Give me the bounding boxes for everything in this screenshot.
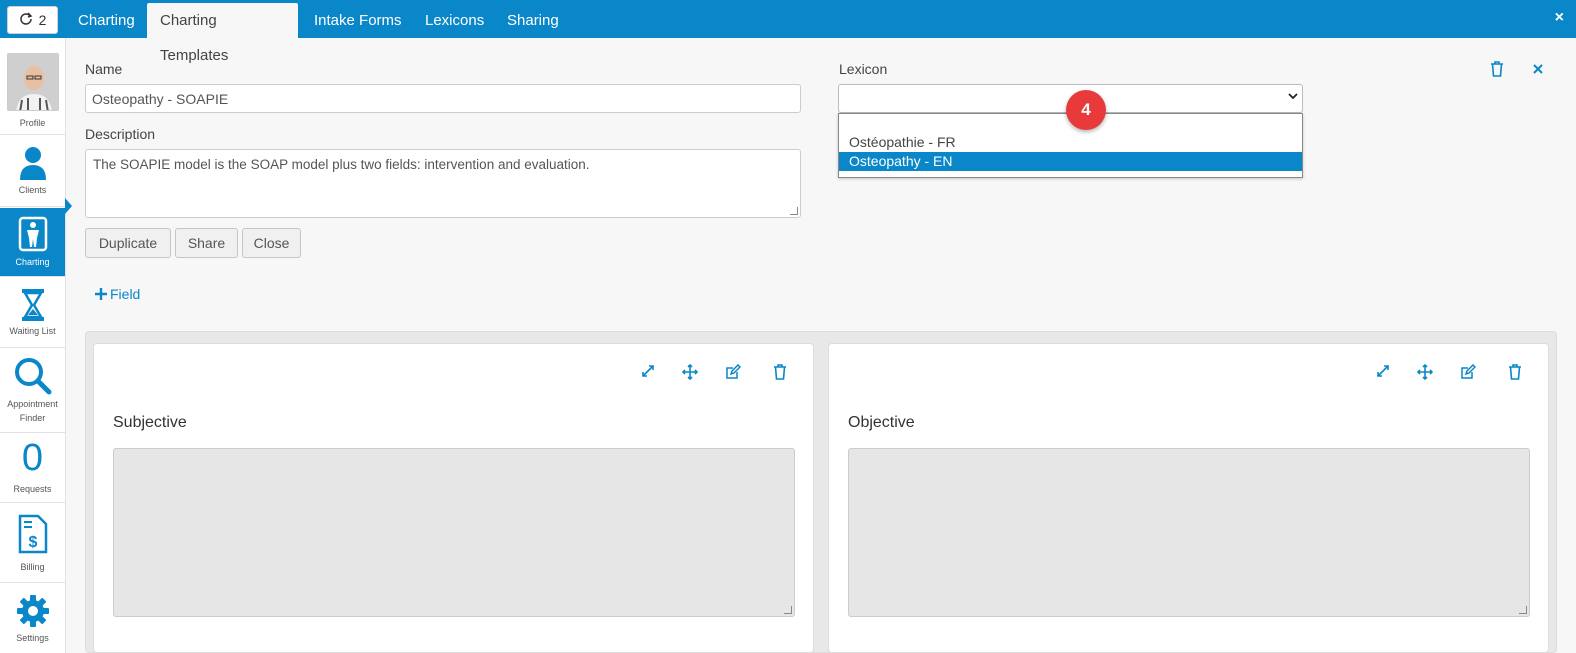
refresh-button[interactable]: 2 [7, 6, 58, 34]
sidebar-item-label: Profile [19, 118, 46, 128]
sidebar-item-label: Clients [18, 185, 47, 195]
sidebar-item-waiting-list[interactable]: Waiting List [0, 278, 65, 348]
step-badge: 4 [1066, 90, 1106, 130]
sidebar-item-billing[interactable]: $ Billing [0, 504, 65, 583]
move-icon[interactable] [682, 364, 698, 380]
tab-lexicons[interactable]: Lexicons [412, 3, 497, 38]
user-icon [19, 147, 46, 180]
field-panel-objective: Objective [828, 343, 1549, 653]
sidebar-item-charting[interactable]: Charting [0, 208, 65, 277]
panel-title: Objective [848, 414, 915, 431]
tab-intake-forms[interactable]: Intake Forms [301, 3, 415, 38]
sidebar-item-label: Billing [20, 562, 45, 572]
sidebar-item-appointment-finder[interactable]: Appointment Finder [0, 349, 65, 433]
name-label: Name [85, 61, 123, 77]
field-panel-subjective: Subjective [93, 343, 814, 653]
subjective-textarea[interactable] [113, 448, 795, 617]
share-button[interactable]: Share [175, 228, 238, 258]
move-icon[interactable] [1417, 364, 1433, 380]
name-input[interactable]: Osteopathy - SOAPIE [85, 84, 801, 113]
expand-icon[interactable] [1376, 364, 1390, 378]
description-textarea[interactable]: The SOAPIE model is the SOAP model plus … [85, 149, 801, 218]
objective-textarea[interactable] [848, 448, 1530, 617]
sidebar: Profile Clients Charting Waiting List Ap… [0, 38, 66, 653]
sidebar-item-profile[interactable]: Profile [0, 38, 65, 135]
sidebar-item-label: Charting [15, 257, 50, 267]
edit-icon[interactable] [725, 364, 741, 380]
tab-charting-templates[interactable]: Charting Templates [147, 3, 298, 64]
sidebar-item-label: Settings [16, 633, 49, 643]
tab-sharing[interactable]: Sharing [494, 3, 572, 38]
expand-icon[interactable] [641, 364, 655, 378]
edit-icon[interactable] [1460, 364, 1476, 380]
close-icon[interactable] [1532, 62, 1544, 80]
sidebar-item-clients[interactable]: Clients [0, 136, 65, 207]
tab-charting[interactable]: Charting [65, 3, 148, 38]
search-icon [14, 358, 51, 395]
trash-icon[interactable] [1490, 61, 1504, 82]
close-button[interactable]: Close [242, 228, 301, 258]
lexicon-label: Lexicon [839, 61, 888, 77]
panel-title: Subjective [113, 414, 187, 431]
lexicon-option-en[interactable]: Osteopathy - EN [839, 152, 1302, 171]
gear-icon [16, 595, 49, 627]
active-indicator [65, 198, 72, 214]
sidebar-item-label: Appointment Finder [7, 399, 58, 423]
chevron-down-icon [1288, 93, 1298, 100]
description-label: Description [85, 126, 156, 142]
body-chart-icon [18, 216, 47, 252]
add-field-label: Field [110, 286, 141, 302]
lexicon-option-fr[interactable]: Ostéopathie - FR [839, 133, 1302, 152]
duplicate-button[interactable]: Duplicate [85, 228, 171, 258]
resize-handle-icon[interactable] [784, 606, 792, 614]
close-icon[interactable]: × [1555, 9, 1564, 27]
resize-handle-icon[interactable] [1519, 606, 1527, 614]
sidebar-item-settings[interactable]: Settings [0, 584, 65, 653]
trash-icon[interactable] [1508, 364, 1522, 380]
sidebar-item-label: Waiting List [9, 326, 56, 336]
description-text: The SOAPIE model is the SOAP model plus … [93, 157, 590, 172]
requests-count: 0 [21, 437, 44, 479]
sidebar-item-label: Requests [13, 484, 52, 494]
hourglass-icon [21, 289, 44, 321]
refresh-count: 2 [38, 12, 47, 28]
resize-handle-icon[interactable] [790, 207, 798, 215]
sidebar-item-requests[interactable]: 0 Requests [0, 434, 65, 503]
refresh-icon [19, 11, 33, 29]
top-tab-bar: 2 Charting Charting Templates Intake For… [0, 0, 1576, 64]
plus-icon [95, 288, 107, 300]
trash-icon[interactable] [773, 364, 787, 380]
svg-text:$: $ [28, 534, 37, 551]
avatar [6, 53, 59, 111]
add-field-link[interactable]: Field [95, 286, 140, 302]
invoice-icon: $ [18, 514, 47, 554]
